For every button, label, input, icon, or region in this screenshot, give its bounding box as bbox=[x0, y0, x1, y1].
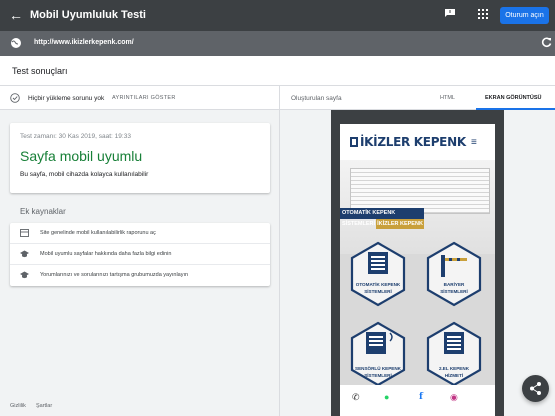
show-details-link[interactable]: AYRINTILARI GÖSTER bbox=[112, 95, 176, 101]
page-title: Test sonuçları bbox=[12, 66, 68, 76]
product-label: SİSTEMLERİ bbox=[364, 373, 392, 378]
product-label: SENSÖRLÜ KEPENK bbox=[355, 366, 401, 371]
test-timestamp: Test zamanı: 30 Kas 2019, saat: 19:33 bbox=[20, 133, 131, 140]
product-hexagon bbox=[350, 241, 406, 307]
share-button[interactable] bbox=[522, 375, 549, 402]
apps-grid-icon[interactable] bbox=[478, 9, 488, 19]
whatsapp-icon: ● bbox=[384, 392, 390, 402]
feedback-icon[interactable] bbox=[444, 8, 456, 18]
facebook-icon: f bbox=[419, 392, 423, 402]
back-arrow-icon[interactable]: ← bbox=[9, 7, 23, 23]
hero-banner-title: OTOMATİK KEPENK SİSTEMLERİ bbox=[340, 208, 424, 227]
site-logo-mark bbox=[350, 137, 358, 147]
report-icon bbox=[20, 229, 29, 237]
globe-icon bbox=[11, 38, 21, 48]
instagram-icon: ◉ bbox=[450, 392, 458, 402]
hero-banner-subtitle: İKİZLER KEPENK bbox=[376, 219, 424, 229]
site-footer bbox=[340, 385, 495, 416]
refresh-icon[interactable] bbox=[541, 37, 552, 48]
generated-page-label: Oluşturulan sayfa bbox=[291, 95, 342, 102]
hamburger-menu-icon: ≡ bbox=[471, 137, 477, 148]
tab-html[interactable]: HTML bbox=[440, 95, 455, 101]
share-icon bbox=[530, 382, 541, 395]
load-status-text: Hiçbir yükleme sorunu yok bbox=[28, 95, 105, 102]
resource-link[interactable]: Mobil uyumlu sayfalar hakkında daha fazl… bbox=[40, 251, 171, 257]
tab-screenshot[interactable]: EKRAN GÖRÜNTÜSÜ bbox=[485, 95, 542, 101]
check-circle-icon bbox=[10, 93, 20, 103]
pane-divider bbox=[279, 86, 280, 416]
url-input[interactable]: http://www.ikizlerkepenk.com/ bbox=[34, 39, 134, 46]
verdict-description: Bu sayfa, mobil cihazda kolayca kullanıl… bbox=[20, 171, 149, 178]
terms-link[interactable]: Şartlar bbox=[36, 403, 52, 409]
product-hexagon bbox=[426, 241, 482, 307]
product-label: OTOMATİK KEPENK bbox=[355, 282, 401, 287]
product-label: SİSTEMLERİ bbox=[364, 289, 392, 294]
phone-icon: ✆ bbox=[352, 392, 360, 402]
product-label: SİSTEMLERİ bbox=[440, 289, 468, 294]
forum-icon bbox=[20, 271, 29, 279]
phone-screenshot: İKİZLER KEPENK ≡ OTOMATİK KEPENK SİSTEML… bbox=[340, 124, 495, 416]
app-title: Mobil Uyumluluk Testi bbox=[30, 9, 146, 21]
product-label: BARİYER bbox=[443, 282, 465, 287]
school-icon bbox=[20, 250, 29, 258]
extra-resources-label: Ek kaynaklar bbox=[20, 207, 66, 216]
product-label: HİZMETİ bbox=[444, 373, 464, 378]
resource-link[interactable]: Site genelinde mobil kullanılabilirlik r… bbox=[40, 230, 156, 236]
site-logo: İKİZLER KEPENK bbox=[360, 135, 466, 149]
results-header bbox=[0, 56, 555, 86]
resource-link[interactable]: Yorumlarınızı ve sorularınızı tartışma g… bbox=[40, 272, 188, 278]
product-label: 2.EL KEPENK bbox=[438, 366, 470, 371]
sign-in-button[interactable]: Oturum açın bbox=[500, 7, 549, 24]
verdict-heading: Sayfa mobil uyumlu bbox=[20, 148, 143, 164]
privacy-link[interactable]: Gizlilik bbox=[10, 403, 26, 409]
